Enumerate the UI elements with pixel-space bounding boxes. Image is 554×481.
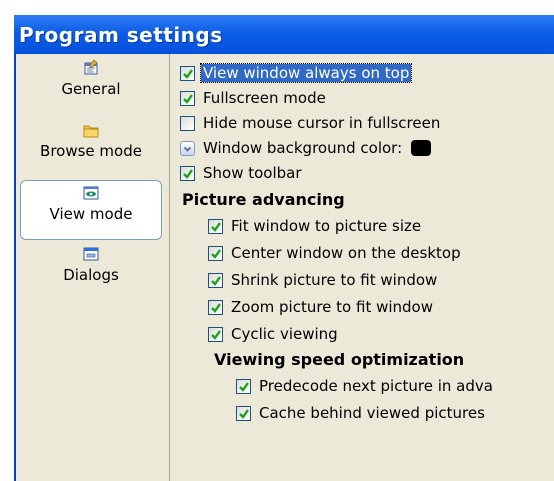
option-zoom-picture[interactable]: Zoom picture to fit window: [208, 295, 433, 319]
folder-icon: [82, 121, 100, 139]
section-heading-speed-optimization: Viewing speed optimization: [214, 349, 465, 369]
checkbox[interactable]: [208, 272, 223, 288]
option-label: Cache behind viewed pictures: [259, 404, 485, 422]
dialog-window-icon: [82, 245, 100, 263]
title-bar[interactable]: Program settings: [14, 15, 554, 54]
sidebar-item-general[interactable]: General: [20, 56, 162, 116]
option-cache-behind[interactable]: Cache behind viewed pictures: [236, 401, 485, 425]
option-label: View window always on top: [199, 63, 413, 83]
sidebar-item-view-mode[interactable]: View mode: [20, 180, 162, 240]
section-heading-picture-advancing: Picture advancing: [182, 189, 345, 209]
settings-window: Program settings General Browse mode Vie…: [14, 15, 554, 481]
window-title: Program settings: [19, 23, 223, 47]
option-center-window[interactable]: Center window on the desktop: [208, 241, 461, 265]
option-background-color[interactable]: Window background color:: [180, 136, 432, 160]
checkbox[interactable]: [208, 245, 223, 261]
sidebar: General Browse mode View mode Dialogs: [14, 54, 171, 481]
color-swatch[interactable]: [411, 140, 432, 156]
sidebar-item-label: General: [61, 80, 121, 98]
option-shrink-picture[interactable]: Shrink picture to fit window: [208, 268, 437, 292]
general-settings-icon: [82, 59, 100, 77]
option-label: Fullscreen mode: [203, 89, 326, 107]
option-label: Shrink picture to fit window: [231, 271, 438, 289]
checkbox[interactable]: [180, 165, 195, 181]
option-always-on-top[interactable]: View window always on top: [180, 61, 413, 85]
checkbox[interactable]: [208, 218, 223, 234]
checkbox[interactable]: [236, 378, 251, 394]
checkbox[interactable]: [180, 65, 195, 81]
view-window-icon: [82, 184, 100, 202]
sidebar-item-label: View mode: [49, 205, 133, 223]
checkbox[interactable]: [208, 326, 223, 342]
checkbox[interactable]: [180, 115, 195, 131]
option-label: Hide mouse cursor in fullscreen: [203, 114, 441, 132]
sidebar-item-label: Dialogs: [63, 266, 119, 284]
option-fullscreen-mode[interactable]: Fullscreen mode: [180, 86, 326, 110]
dropdown-arrow-icon[interactable]: [180, 140, 195, 156]
option-label: Show toolbar: [203, 164, 302, 182]
sidebar-item-dialogs[interactable]: Dialogs: [20, 242, 162, 302]
sidebar-item-label: Browse mode: [40, 142, 142, 160]
checkbox[interactable]: [236, 405, 251, 421]
view-mode-panel: View window always on top Fullscreen mod…: [170, 54, 554, 481]
option-label: Center window on the desktop: [231, 244, 461, 262]
option-label: Fit window to picture size: [231, 217, 422, 235]
sidebar-item-browse-mode[interactable]: Browse mode: [20, 118, 162, 178]
checkbox[interactable]: [208, 299, 223, 315]
option-label: Cyclic viewing: [231, 325, 338, 343]
option-hide-mouse-cursor[interactable]: Hide mouse cursor in fullscreen: [180, 111, 440, 135]
option-show-toolbar[interactable]: Show toolbar: [180, 161, 302, 185]
option-predecode-next[interactable]: Predecode next picture in adva: [236, 374, 493, 398]
option-label: Predecode next picture in adva: [259, 377, 493, 395]
checkbox[interactable]: [180, 90, 195, 106]
option-fit-window[interactable]: Fit window to picture size: [208, 214, 421, 238]
option-label: Window background color:: [203, 139, 403, 157]
option-label: Zoom picture to fit window: [231, 298, 434, 316]
option-cyclic-viewing[interactable]: Cyclic viewing: [208, 322, 338, 346]
